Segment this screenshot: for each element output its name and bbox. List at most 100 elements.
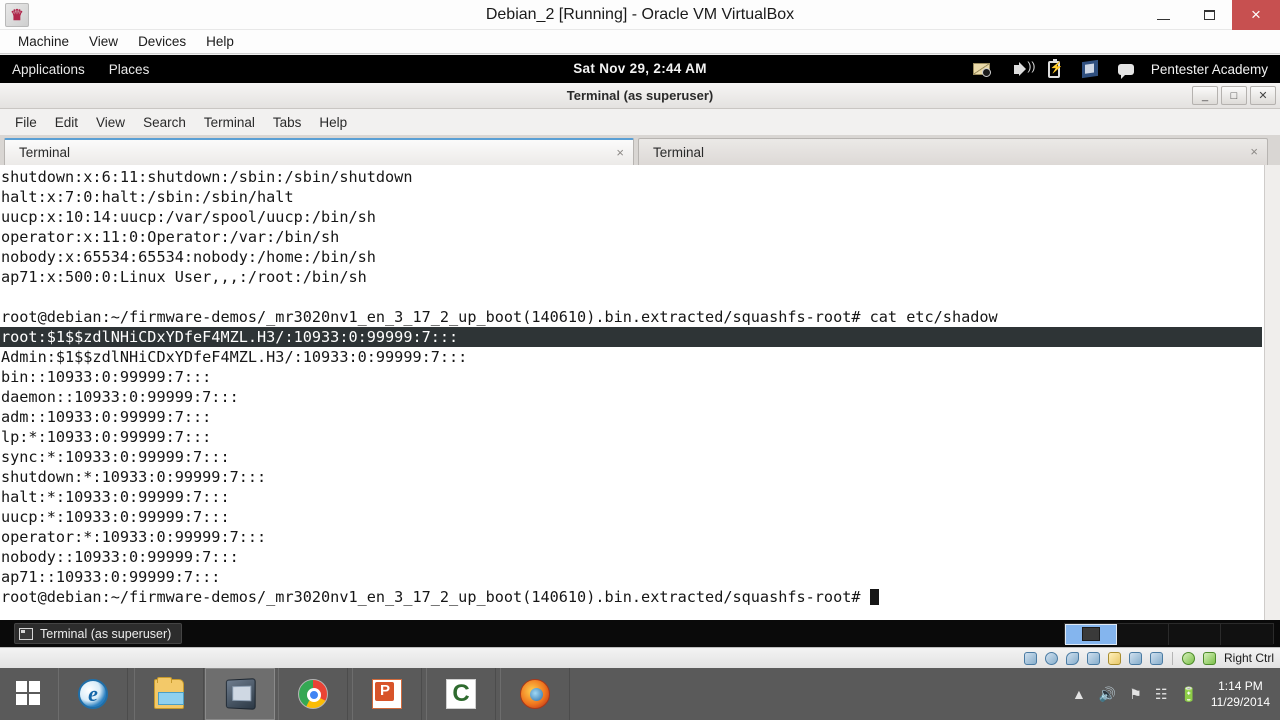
- terminal-line: root@debian:~/firmware-demos/_mr3020nv1_…: [1, 308, 998, 326]
- terminal-maximize-button[interactable]: □: [1221, 86, 1247, 105]
- terminal-tab-1-label: Terminal: [653, 144, 705, 160]
- taskbar-app-powerpoint[interactable]: [352, 668, 422, 720]
- terminal-line: nobody:x:65534:65534:nobody:/home:/bin/s…: [1, 248, 376, 266]
- virtualbox-logo-icon[interactable]: [1148, 651, 1165, 666]
- vbox-menu-help[interactable]: Help: [196, 32, 244, 51]
- terminal-window-buttons: _ □ ✕: [1192, 86, 1276, 105]
- windows-clock-time: 1:14 PM: [1218, 679, 1263, 693]
- virtualbox-menubar: Machine View Devices Help: [0, 30, 1280, 54]
- vbox-restore-button[interactable]: [1186, 0, 1232, 30]
- network-flag-icon[interactable]: ⚑: [1129, 686, 1142, 703]
- mouse-capture-icon[interactable]: [1180, 651, 1197, 666]
- terminal-scrollbar[interactable]: [1264, 165, 1280, 699]
- terminal-menu-terminal[interactable]: Terminal: [195, 113, 264, 132]
- restore-icon: [1203, 10, 1215, 20]
- keyboard-capture-icon[interactable]: [1201, 651, 1218, 666]
- taskbar-app-file-explorer[interactable]: [134, 668, 204, 720]
- vbox-close-button[interactable]: ×: [1232, 0, 1280, 30]
- file-explorer-icon: [154, 677, 184, 709]
- terminal-icon: [19, 627, 33, 640]
- workspace-1[interactable]: [1065, 624, 1117, 645]
- terminal-tab-1[interactable]: Terminal ×: [638, 138, 1268, 165]
- workspace-2[interactable]: [1117, 624, 1169, 645]
- vbox-minimize-button[interactable]: [1140, 0, 1186, 30]
- terminal-menu-view[interactable]: View: [87, 113, 134, 132]
- terminal-menubar: File Edit View Search Terminal Tabs Help: [0, 109, 1280, 135]
- terminal-minimize-button[interactable]: _: [1192, 86, 1218, 105]
- battery-icon[interactable]: 🔋: [1180, 686, 1197, 703]
- windows-clock[interactable]: 1:14 PM 11/29/2014: [1211, 678, 1270, 710]
- vbox-menu-view[interactable]: View: [79, 32, 128, 51]
- gnome-tray: Pentester Academy: [971, 55, 1274, 83]
- signal-icon[interactable]: ☷: [1155, 686, 1168, 703]
- network-icon[interactable]: [1085, 651, 1102, 666]
- terminal-menu-edit[interactable]: Edit: [46, 113, 87, 132]
- workspace-switcher: [1064, 623, 1274, 645]
- terminal-line: halt:x:7:0:halt:/sbin:/sbin/halt: [1, 188, 294, 206]
- start-button[interactable]: [0, 668, 58, 720]
- terminal-menu-help[interactable]: Help: [310, 113, 356, 132]
- host-key-label: Right Ctrl: [1223, 651, 1274, 665]
- terminal-line: nobody::10933:0:99999:7:::: [1, 548, 239, 566]
- usb-icon[interactable]: [1064, 651, 1081, 666]
- taskbar-app-chrome[interactable]: [278, 668, 348, 720]
- vbox-menu-machine[interactable]: Machine: [8, 32, 79, 51]
- terminal-tab-0-close-icon[interactable]: ×: [616, 145, 624, 160]
- shared-folders-icon[interactable]: [1106, 651, 1123, 666]
- workspace-4[interactable]: [1221, 624, 1273, 645]
- chat-icon[interactable]: [1115, 58, 1137, 80]
- virtualbox-window: ♛ Debian_2 [Running] - Oracle VM Virtual…: [0, 0, 1280, 699]
- windows-system-tray: ▲ 🔊 ⚑ ☷ 🔋 1:14 PM 11/29/2014: [1072, 668, 1280, 720]
- virtualbox-icon: [225, 678, 256, 710]
- taskbar-app-virtualbox[interactable]: [205, 668, 275, 720]
- vbox-menu-devices[interactable]: Devices: [128, 32, 196, 51]
- display-icon[interactable]: [1127, 651, 1144, 666]
- gnome-menu-applications[interactable]: Applications: [0, 62, 97, 77]
- terminal-line: lp:*:10933:0:99999:7:::: [1, 428, 212, 446]
- terminal-close-button[interactable]: ✕: [1250, 86, 1276, 105]
- hard-disk-icon[interactable]: [1022, 651, 1039, 666]
- terminal-prompt-line: root@debian:~/firmware-demos/_mr3020nv1_…: [0, 587, 1262, 607]
- terminal-menu-tabs[interactable]: Tabs: [264, 113, 311, 132]
- network-icon[interactable]: [1079, 58, 1101, 80]
- terminal-menu-search[interactable]: Search: [134, 113, 195, 132]
- gnome-menu-places[interactable]: Places: [97, 62, 162, 77]
- terminal-tab-1-close-icon[interactable]: ×: [1250, 144, 1258, 159]
- terminal-line: shutdown:x:6:11:shutdown:/sbin:/sbin/shu…: [1, 168, 413, 186]
- volume-icon[interactable]: [1007, 58, 1035, 80]
- gnome-window-button-terminal[interactable]: Terminal (as superuser): [14, 623, 183, 644]
- terminal-line: ap71::10933:0:99999:7:::: [1, 568, 221, 586]
- terminal-titlebar[interactable]: Terminal (as superuser) _ □ ✕: [0, 83, 1280, 109]
- workspace-3[interactable]: [1169, 624, 1221, 645]
- terminal-line: shutdown:*:10933:0:99999:7:::: [1, 468, 267, 486]
- windows-clock-date: 11/29/2014: [1210, 695, 1270, 709]
- gnome-user-menu[interactable]: Pentester Academy: [1151, 62, 1274, 77]
- windows-logo-icon: [16, 681, 42, 707]
- terminal-prompt-text: root@debian:~/firmware-demos/_mr3020nv1_…: [1, 588, 870, 606]
- terminal-tab-0[interactable]: Terminal ×: [4, 138, 634, 165]
- virtualbox-titlebar[interactable]: ♛ Debian_2 [Running] - Oracle VM Virtual…: [0, 0, 1280, 30]
- taskbar-app-firefox[interactable]: [500, 668, 570, 720]
- taskbar-app-camtasia[interactable]: [426, 668, 496, 720]
- terminal-cursor: [869, 589, 879, 605]
- mail-icon[interactable]: [971, 58, 993, 80]
- taskbar-app-internet-explorer[interactable]: [58, 668, 128, 720]
- volume-icon[interactable]: 🔊: [1099, 686, 1116, 703]
- chrome-icon: [298, 679, 328, 709]
- show-hidden-icons-button[interactable]: ▲: [1072, 686, 1086, 702]
- terminal-line: Admin:$1$$zdlNHiCDxYDfeF4MZL.H3/:10933:0…: [1, 348, 468, 366]
- terminal-line: uucp:*:10933:0:99999:7:::: [1, 508, 230, 526]
- gnome-bottom-panel: Terminal (as superuser): [0, 620, 1280, 647]
- windows-taskbar: ▲ 🔊 ⚑ ☷ 🔋 1:14 PM 11/29/2014: [0, 668, 1280, 720]
- optical-disk-icon[interactable]: [1043, 651, 1060, 666]
- terminal-line: sync:*:10933:0:99999:7:::: [1, 448, 230, 466]
- terminal-line: daemon::10933:0:99999:7:::: [1, 388, 239, 406]
- terminal-menu-file[interactable]: File: [6, 113, 46, 132]
- terminal-tab-bar: Terminal × Terminal ×: [0, 135, 1280, 165]
- terminal-line: ap71:x:500:0:Linux User,,,:/root:/bin/sh: [1, 268, 367, 286]
- terminal-output-area[interactable]: shutdown:x:6:11:shutdown:/sbin:/sbin/shu…: [0, 165, 1280, 620]
- terminal-window: Terminal (as superuser) _ □ ✕ File Edit …: [0, 83, 1280, 699]
- gnome-top-panel: Applications Places Sat Nov 29, 2:44 AM …: [0, 55, 1280, 83]
- battery-icon[interactable]: [1043, 58, 1065, 80]
